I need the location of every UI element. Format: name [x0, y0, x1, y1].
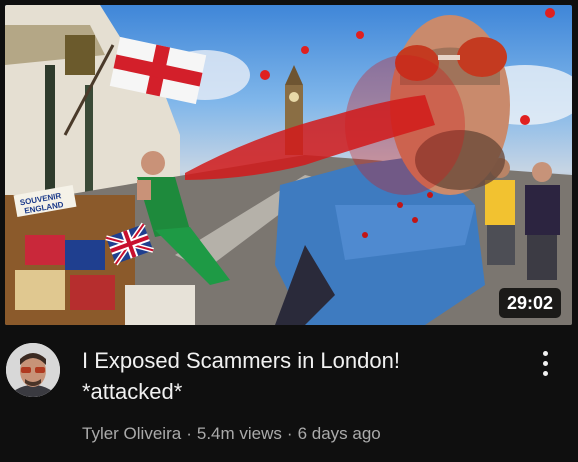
- thumbnail-image: SOUVENIR ENGLAND: [5, 5, 572, 325]
- separator-dot: ·: [186, 424, 192, 443]
- vertical-ellipsis-icon: [542, 360, 548, 366]
- vertical-ellipsis-icon: [542, 350, 548, 356]
- video-title[interactable]: I Exposed Scammers in London! *attacked*: [82, 345, 522, 407]
- channel-name[interactable]: Tyler Oliveira: [82, 424, 181, 443]
- channel-avatar[interactable]: [6, 343, 60, 397]
- view-count: 5.4m views: [196, 424, 282, 443]
- separator-dot: ·: [286, 424, 293, 443]
- video-byline: Tyler Oliveira · 5.4m views · 6 days ago: [82, 424, 381, 444]
- video-thumbnail[interactable]: SOUVENIR ENGLAND 29:02: [5, 5, 572, 325]
- video-card[interactable]: SOUVENIR ENGLAND 29:02 I Exposed Scammer…: [0, 0, 578, 462]
- video-meta: I Exposed Scammers in London! *attacked*…: [0, 333, 578, 462]
- video-title-line1: I Exposed Scammers in London!: [82, 348, 400, 373]
- video-title-line2: *attacked*: [82, 379, 183, 404]
- duration-badge: 29:02: [498, 288, 561, 318]
- vertical-ellipsis-icon: [542, 370, 548, 376]
- avatar-image: [6, 343, 60, 397]
- upload-age: 6 days ago: [297, 424, 381, 443]
- more-options-button[interactable]: [530, 347, 560, 379]
